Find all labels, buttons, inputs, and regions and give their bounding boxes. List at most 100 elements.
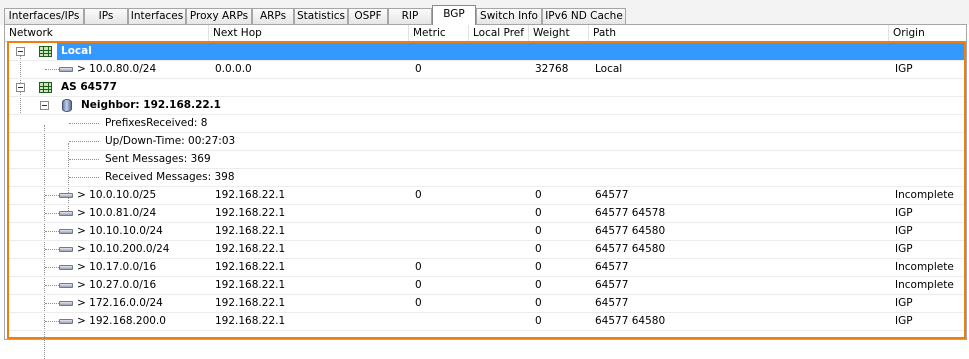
cell-path: 64577 (595, 261, 629, 273)
tab-rip[interactable]: RIP (388, 8, 432, 24)
cell-local-pref (475, 187, 525, 204)
list-item[interactable]: Received Messages: 398 (9, 169, 964, 187)
header-metric[interactable]: Metric (409, 25, 469, 41)
cell-origin: IGP (895, 315, 913, 327)
tab-ips[interactable]: IPs (84, 8, 128, 24)
route-icon (59, 67, 73, 72)
route-icon (59, 247, 73, 252)
cell-weight: 0 (535, 261, 542, 273)
bgp-panel: Network Next Hop Metric Local Pref Weigh… (4, 24, 967, 359)
header-path[interactable]: Path (589, 25, 889, 41)
table-row[interactable]: > 172.16.0.0/24 192.168.22.1 0 0 64577 I… (9, 295, 964, 313)
header-weight[interactable]: Weight (529, 25, 589, 41)
cell-path: 64577 (595, 297, 629, 309)
cell-metric (415, 313, 465, 330)
cell-network: > 10.10.200.0/24 (77, 243, 170, 255)
header-origin[interactable]: Origin (889, 25, 966, 41)
tab-interfaces[interactable]: Interfaces (128, 8, 186, 24)
tab-bgp[interactable]: BGP (432, 5, 476, 25)
cell-origin: Incomplete (895, 189, 954, 201)
cell-metric (415, 241, 465, 258)
tab-arps[interactable]: ARPs (252, 8, 294, 24)
cell-network: > 10.27.0.0/16 (77, 279, 157, 291)
cell-path: 64577 (595, 279, 629, 291)
table-row[interactable]: > 10.0.10.0/25 192.168.22.1 0 0 64577 In… (9, 187, 964, 205)
route-icon (59, 265, 73, 270)
table-row[interactable]: > 10.27.0.0/16 192.168.22.1 0 0 64577 In… (9, 277, 964, 295)
tab-ipv6-nd-cache[interactable]: IPv6 ND Cache (542, 8, 626, 24)
cell-local-pref (475, 241, 525, 258)
cell-origin: IGP (895, 243, 913, 255)
cell-next-hop: 192.168.22.1 (215, 207, 286, 219)
cell-network: > 10.0.10.0/25 (77, 189, 157, 201)
tab-interfaces-ips[interactable]: Interfaces/IPs (4, 8, 84, 24)
cell-weight: 0 (535, 279, 542, 291)
cell-next-hop: 192.168.22.1 (215, 261, 286, 273)
tab-ospf[interactable]: OSPF (348, 8, 388, 24)
tab-statistics[interactable]: Statistics (294, 8, 348, 24)
collapse-toggle-icon[interactable] (16, 83, 25, 92)
local-label-highlight: Local (57, 43, 964, 60)
cell-metric: 0 (415, 297, 422, 309)
cell-metric: 0 (415, 63, 422, 75)
cell-local-pref (475, 277, 525, 294)
cell-network: > 172.16.0.0/24 (77, 297, 163, 309)
cell-weight: 0 (535, 189, 542, 201)
cell-network: > 10.10.10.0/24 (77, 225, 163, 237)
collapse-toggle-icon[interactable] (40, 101, 49, 110)
tab-switch-info[interactable]: Switch Info (476, 8, 542, 24)
cell-network: > 10.0.80.0/24 (77, 63, 157, 75)
cell-weight: 0 (535, 207, 542, 219)
cell-local-pref (475, 313, 525, 330)
cell-path: 64577 (595, 189, 629, 201)
cell-metric (415, 205, 465, 222)
cell-path: 64577 64578 (595, 207, 666, 219)
cell-origin: IGP (895, 63, 913, 75)
table-row[interactable]: > 10.0.80.0/24 0.0.0.0 0 32768 Local IGP (9, 61, 964, 79)
cell-origin: Incomplete (895, 261, 954, 273)
bgp-tree-view[interactable]: Local > 10.0.80.0/24 0.0.0.0 0 32768 Loc… (7, 41, 966, 359)
cell-origin: IGP (895, 225, 913, 237)
route-icon (59, 301, 73, 306)
header-local-pref[interactable]: Local Pref (469, 25, 529, 41)
tree-node-local[interactable]: Local (9, 43, 964, 61)
neighbor-detail: Received Messages: 398 (105, 171, 235, 183)
cell-metric: 0 (415, 279, 422, 291)
cell-origin: IGP (895, 207, 913, 219)
list-item[interactable]: Up/Down-Time: 00:27:03 (9, 133, 964, 151)
tab-proxy-arps[interactable]: Proxy ARPs (186, 8, 252, 24)
cell-weight: 0 (535, 243, 542, 255)
cell-next-hop: 0.0.0.0 (215, 63, 252, 75)
table-row[interactable]: > 10.10.200.0/24 192.168.22.1 0 64577 64… (9, 241, 964, 259)
cell-weight: 0 (535, 225, 542, 237)
table-row[interactable]: > 10.0.81.0/24 192.168.22.1 0 64577 6457… (9, 205, 964, 223)
neighbor-detail: Up/Down-Time: 00:27:03 (105, 135, 236, 147)
route-icon (59, 319, 73, 324)
tree-node-as[interactable]: AS 64577 (9, 79, 964, 97)
header-network[interactable]: Network (5, 25, 209, 41)
table-grid-icon (39, 82, 52, 93)
list-item[interactable]: Sent Messages: 369 (9, 151, 964, 169)
table-grid-icon (39, 46, 52, 57)
header-next-hop[interactable]: Next Hop (209, 25, 409, 41)
route-icon (59, 283, 73, 288)
tree-node-neighbor[interactable]: Neighbor: 192.168.22.1 (9, 97, 964, 115)
list-item[interactable]: PrefixesReceived: 8 (9, 115, 964, 133)
cell-metric: 0 (415, 261, 422, 273)
cell-next-hop: 192.168.22.1 (215, 297, 286, 309)
tab-strip: Interfaces/IPs IPs Interfaces Proxy ARPs… (0, 0, 969, 25)
cell-path: Local (595, 63, 623, 75)
table-row[interactable]: > 10.17.0.0/16 192.168.22.1 0 0 64577 In… (9, 259, 964, 277)
neighbor-detail: Sent Messages: 369 (105, 153, 211, 165)
cell-local-pref (475, 205, 525, 222)
cell-weight: 0 (535, 297, 542, 309)
cell-origin: Incomplete (895, 279, 954, 291)
route-icon (59, 193, 73, 198)
neighbor-detail: PrefixesReceived: 8 (105, 117, 208, 129)
cell-origin: IGP (895, 297, 913, 309)
table-row[interactable]: > 192.168.200.0 192.168.22.1 0 64577 645… (9, 313, 964, 331)
node-label-as: AS 64577 (61, 81, 117, 93)
cell-local-pref (475, 223, 525, 240)
collapse-toggle-icon[interactable] (16, 47, 25, 56)
table-row[interactable]: > 10.10.10.0/24 192.168.22.1 0 64577 645… (9, 223, 964, 241)
